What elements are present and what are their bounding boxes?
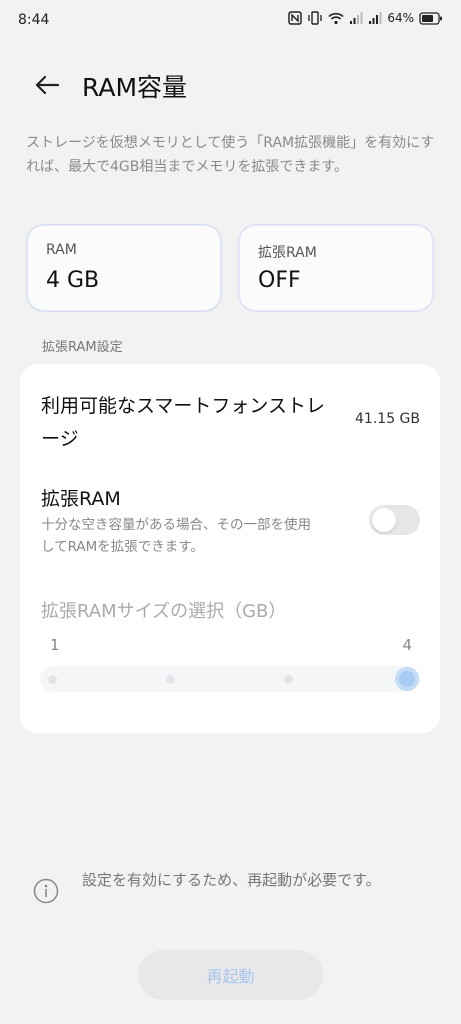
extended-ram-card-label: 拡張RAM [258, 245, 317, 261]
restart-notice: 設定を有効にするため、再起動が必要です。 [82, 871, 381, 889]
ram-card: RAM 4 GB [26, 224, 222, 312]
slider-thumb[interactable] [395, 667, 419, 691]
wifi-icon [328, 12, 344, 25]
page-title: RAM容量 [82, 73, 188, 102]
storage-label: 利用可能なスマートフォンストレージ [41, 395, 326, 450]
battery-text: 64% [387, 11, 414, 25]
ram-card-label: RAM [46, 242, 77, 258]
slider-min-label: 1 [50, 636, 60, 654]
extended-ram-toggle[interactable] [369, 505, 420, 535]
size-select-title: 拡張RAMサイズの選択（GB） [41, 601, 287, 622]
status-bar: 8:44 64% [0, 0, 461, 44]
extended-ram-title: 拡張RAM [41, 488, 121, 510]
status-time: 8:44 [18, 12, 50, 28]
section-label: 拡張RAM設定 [42, 340, 123, 355]
signal-icon [368, 11, 382, 25]
size-slider[interactable] [40, 666, 420, 692]
description-text: ストレージを仮想メモリとして使う「RAM拡張機能」を有効にすれば、最大で4GB相… [26, 135, 435, 175]
ram-card-value: 4 GB [46, 268, 100, 293]
arrow-left-icon [35, 75, 60, 95]
slider-step-dot [48, 675, 57, 684]
battery-icon [419, 11, 443, 25]
restart-button[interactable]: 再起動 [138, 950, 323, 1000]
signal-icon [349, 11, 363, 25]
extended-ram-description: 十分な空き容量がある場合、その一部を使用してRAMを拡張できます。 [41, 517, 311, 555]
extended-ram-card: 拡張RAM OFF [238, 224, 434, 312]
info-icon [33, 878, 59, 904]
header: RAM容量 [0, 60, 461, 110]
vibrate-icon [307, 11, 323, 25]
nfc-icon [288, 11, 303, 25]
storage-value: 41.15 GB [355, 411, 420, 427]
extended-ram-card-value: OFF [258, 268, 301, 293]
status-icons: 64% [288, 11, 443, 25]
slider-step-dot [166, 675, 175, 684]
slider-step-dot [284, 675, 293, 684]
toggle-knob [372, 508, 396, 532]
extended-ram-settings-panel: 利用可能なスマートフォンストレージ 41.15 GB 拡張RAM 十分な空き容量… [20, 364, 440, 733]
back-button[interactable] [30, 68, 64, 102]
slider-max-label: 4 [402, 636, 412, 654]
